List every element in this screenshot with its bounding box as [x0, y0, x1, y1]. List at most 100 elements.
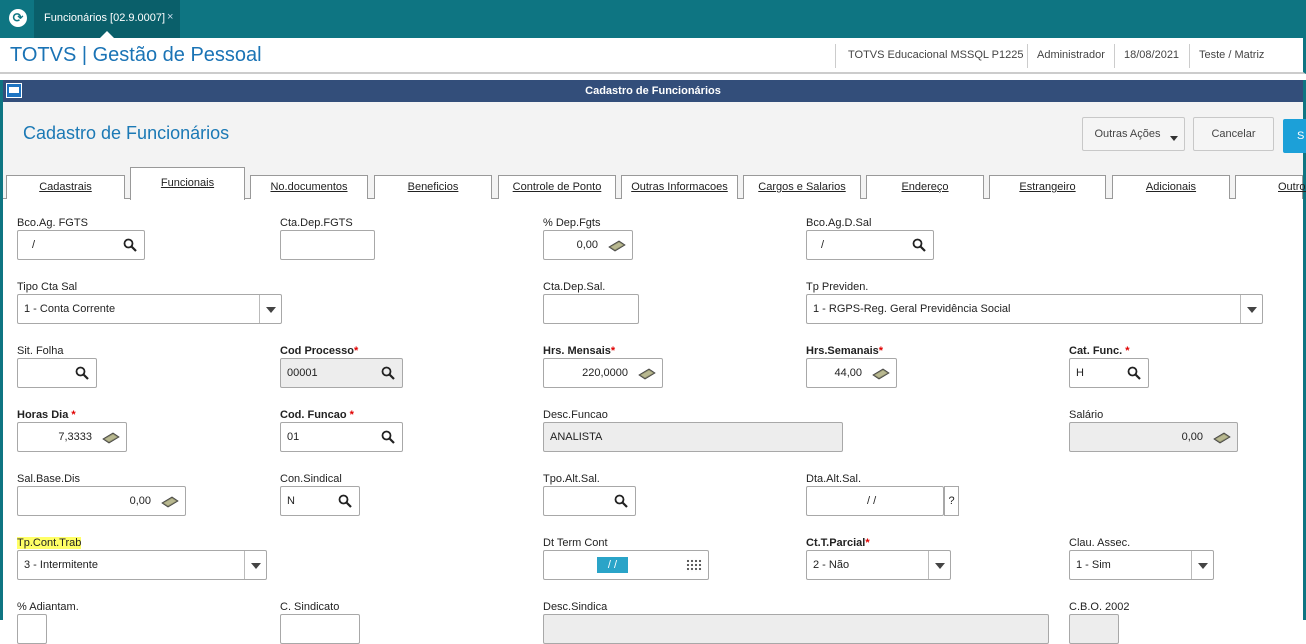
tab-adicionais[interactable]: Adicionais [1112, 175, 1230, 199]
chevron-down-icon[interactable] [244, 551, 266, 579]
tpo-alt-sal-input[interactable] [543, 486, 636, 516]
hrs-mensais-input[interactable]: 220,0000 [543, 358, 663, 388]
chevron-down-icon[interactable] [1191, 551, 1213, 579]
tab-controle-de-ponto[interactable]: Controle de Ponto [498, 175, 616, 199]
ct-t-parcial-select[interactable]: 2 - Não [806, 550, 951, 580]
cta-dep-sal-input[interactable] [543, 294, 639, 324]
page-title: Cadastro de Funcionários [23, 123, 230, 143]
money-icon[interactable] [638, 367, 656, 380]
search-icon[interactable] [912, 238, 926, 252]
header-divider [835, 44, 836, 68]
label-cta-dep-fgts: Cta.Dep.FGTS [280, 217, 353, 229]
search-icon[interactable] [614, 494, 628, 508]
clau-assec-select[interactable]: 1 - Sim [1069, 550, 1214, 580]
cod-funcao-input[interactable]: 01 [280, 422, 403, 452]
tab-outros[interactable]: Outros [1235, 175, 1306, 199]
other-actions-button[interactable]: Outras Ações [1082, 117, 1185, 151]
close-icon[interactable]: × [167, 11, 173, 23]
chevron-down-icon[interactable] [1240, 295, 1262, 323]
tipo-cta-sal-select[interactable]: 1 - Conta Corrente [17, 294, 282, 324]
cancel-button[interactable]: Cancelar [1193, 117, 1274, 151]
tp-cont-trab-select[interactable]: 3 - Intermitente [17, 550, 267, 580]
label-cod-processo: Cod Processo* [280, 345, 359, 357]
form-body: Bco.Ag. FGTS / Cta.Dep.FGTS % Dep.Fgts 0… [3, 200, 1303, 644]
chevron-down-icon[interactable] [259, 295, 281, 323]
save-button[interactable]: S [1283, 119, 1306, 153]
dt-term-cont-input[interactable]: / / [543, 550, 709, 580]
label-desc-funcao: Desc.Funcao [543, 409, 608, 421]
tab-estrangeiro[interactable]: Estrangeiro [989, 175, 1106, 199]
money-icon[interactable] [872, 367, 890, 380]
label-pct-adiantam: % Adiantam. [17, 601, 79, 613]
label-pct-dep-fgts: % Dep.Fgts [543, 217, 601, 229]
bco-ag-fgts-value: / [32, 239, 36, 251]
tab-cadastrais[interactable]: Cadastrais [6, 175, 125, 199]
label-cod-funcao: Cod. Funcao * [280, 409, 354, 421]
cod-processo-input[interactable]: 00001 [280, 358, 403, 388]
pct-adiantam-input[interactable] [17, 614, 47, 644]
search-icon[interactable] [381, 430, 395, 444]
money-icon[interactable] [161, 495, 179, 508]
desc-sindica-input[interactable] [543, 614, 1049, 644]
cat-func-input[interactable]: H [1069, 358, 1149, 388]
tab-endereco[interactable]: Endereço [866, 175, 984, 199]
search-icon[interactable] [1127, 366, 1141, 380]
header-divider [1027, 44, 1028, 68]
sit-folha-input[interactable] [17, 358, 97, 388]
c-sindicato-input[interactable] [280, 614, 360, 644]
cbo-2002-input[interactable] [1069, 614, 1119, 644]
header-user[interactable]: Administrador [1037, 49, 1105, 61]
search-icon[interactable] [338, 494, 352, 508]
horas-dia-input[interactable]: 7,3333 [17, 422, 127, 452]
bco-ag-fgts-input[interactable]: / [17, 230, 145, 260]
tp-previden-select[interactable]: 1 - RGPS-Reg. Geral Previdência Social [806, 294, 1263, 324]
tp-previden-value: 1 - RGPS-Reg. Geral Previdência Social [813, 303, 1011, 315]
bco-ag-d-sal-input[interactable]: / [806, 230, 934, 260]
header-divider [1114, 44, 1115, 68]
con-sindical-input[interactable]: N [280, 486, 360, 516]
desc-funcao-input[interactable]: ANALISTA [543, 422, 843, 452]
money-icon[interactable] [608, 239, 626, 252]
cat-func-value: H [1076, 367, 1084, 379]
tp-cont-trab-value: 3 - Intermitente [24, 559, 98, 571]
header-company[interactable]: Teste / Matriz [1199, 49, 1264, 61]
search-icon[interactable] [75, 366, 89, 380]
cta-dep-fgts-input[interactable] [280, 230, 375, 260]
label-dt-term-cont: Dt Term Cont [543, 537, 608, 549]
dta-alt-sal-input[interactable]: / / [806, 486, 944, 516]
app-brand: TOTVS | Gestão de Pessoal [10, 44, 262, 66]
salario-input[interactable]: 0,00 [1069, 422, 1238, 452]
chevron-down-icon [1170, 136, 1178, 141]
tab-cargos-e-salarios[interactable]: Cargos e Salarios [743, 175, 861, 199]
pct-dep-fgts-input[interactable]: 0,00 [543, 230, 633, 260]
label-c-sindicato: C. Sindicato [280, 601, 340, 613]
tab-beneficios[interactable]: Beneficios [374, 175, 492, 199]
label-bco-ag-d-sal: Bco.Ag.D.Sal [806, 217, 872, 229]
search-icon[interactable] [123, 238, 137, 252]
label-hrs-mensais: Hrs. Mensais* [543, 345, 616, 357]
app-tab-label: Funcionários [02.9.0007] [44, 12, 166, 24]
label-hrs-semanais: Hrs.Semanais* [806, 345, 884, 357]
hrs-semanais-input[interactable]: 44,00 [806, 358, 897, 388]
search-icon[interactable] [381, 366, 395, 380]
label-tp-previden: Tp Previden. [806, 281, 869, 293]
label-cta-dep-sal: Cta.Dep.Sal. [543, 281, 606, 293]
money-icon[interactable] [1213, 431, 1231, 444]
ct-t-parcial-value: 2 - Não [813, 559, 850, 571]
header-date: 18/08/2021 [1124, 49, 1180, 61]
con-sindical-value: N [287, 495, 295, 507]
label-dta-alt-sal: Dta.Alt.Sal. [806, 473, 862, 485]
window-title: Cadastro de Funcionários [585, 85, 721, 97]
sal-base-dis-input[interactable]: 0,00 [17, 486, 186, 516]
help-button[interactable]: ? [944, 486, 959, 516]
chevron-down-icon[interactable] [928, 551, 950, 579]
app-tab-bar: ⟳ Funcionários [02.9.0007] × [0, 0, 1306, 38]
app-tab-funcionarios[interactable]: Funcionários [02.9.0007] × [34, 0, 180, 38]
tab-funcionais[interactable]: Funcionais [130, 167, 245, 200]
money-icon[interactable] [102, 431, 120, 444]
calendar-icon[interactable] [686, 559, 702, 572]
tab-no-documentos[interactable]: No.documentos [250, 175, 368, 199]
totvs-logo-icon[interactable]: ⟳ [9, 9, 27, 27]
window-menu-icon[interactable] [6, 83, 22, 98]
tab-outras-informacoes[interactable]: Outras Informacoes [621, 175, 738, 199]
